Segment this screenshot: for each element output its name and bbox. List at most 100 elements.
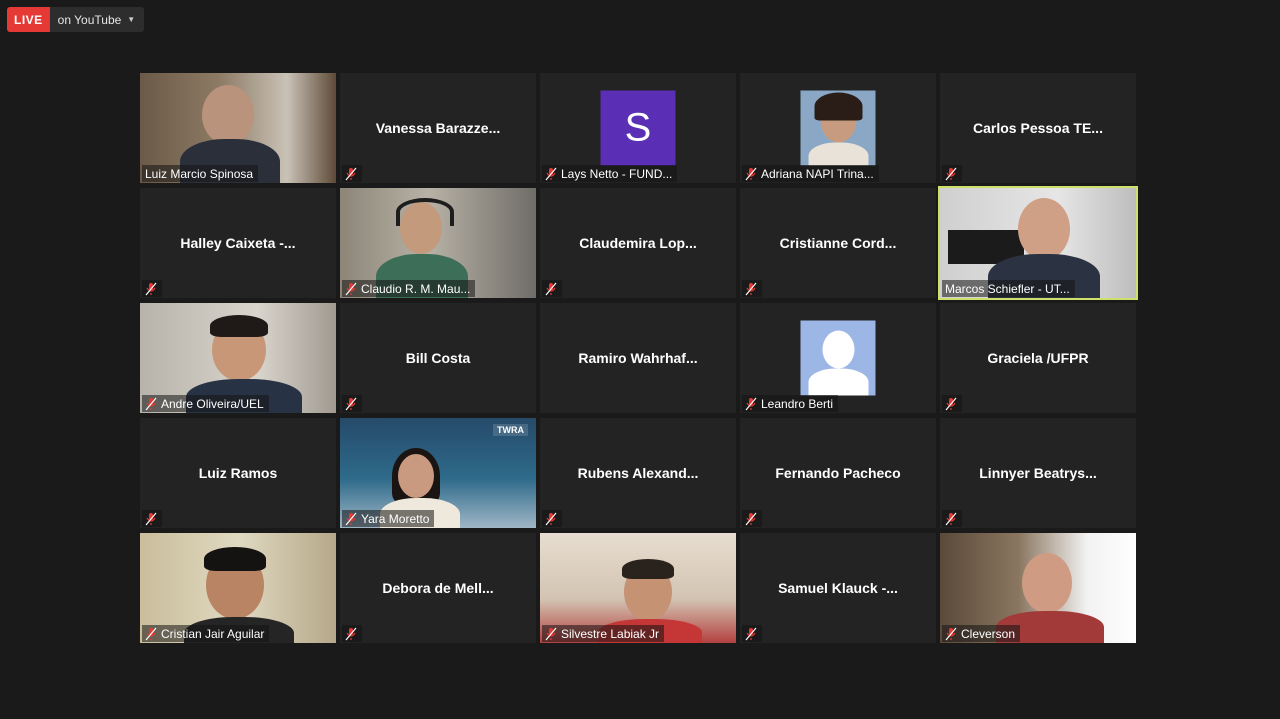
avatar: S: [600, 90, 676, 166]
participant-name-center: Carlos Pessoa TE...: [973, 120, 1103, 136]
name-label: [742, 510, 762, 527]
participant-name-center: Bill Costa: [405, 350, 471, 366]
mic-muted-icon: [145, 397, 157, 410]
participant-tile[interactable]: Linnyer Beatrys...: [940, 418, 1136, 528]
stream-target-label: on YouTube: [57, 12, 122, 27]
mic-muted-icon: [945, 512, 957, 525]
mic-muted-icon: [145, 512, 157, 525]
name-label: [542, 280, 562, 297]
participant-name: Yara Moretto: [361, 511, 430, 526]
participant-tile[interactable]: Fernando Pacheco: [740, 418, 936, 528]
participant-tile[interactable]: Halley Caixeta -...: [140, 188, 336, 298]
mic-muted-icon: [745, 512, 757, 525]
mic-muted-icon: [145, 627, 157, 640]
name-label: [342, 625, 362, 642]
name-label: Marcos Schiefler - UT...: [942, 280, 1075, 297]
name-label: Silvestre Labiak Jr: [542, 625, 665, 642]
participant-name-center: Luiz Ramos: [198, 465, 278, 481]
participant-tile[interactable]: Vanessa Barazze...: [340, 73, 536, 183]
participant-tile[interactable]: Ramiro Wahrhaf...: [540, 303, 736, 413]
participant-tile[interactable]: Cleverson: [940, 533, 1136, 643]
name-label: Yara Moretto: [342, 510, 435, 527]
name-label: [342, 165, 362, 182]
name-label: [942, 165, 962, 182]
name-label: [542, 510, 562, 527]
participant-tile[interactable]: Bill Costa: [340, 303, 536, 413]
participant-name-center: Linnyer Beatrys...: [979, 465, 1097, 481]
mic-muted-icon: [545, 512, 557, 525]
mic-muted-icon: [745, 397, 757, 410]
participant-tile[interactable]: Cristianne Cord...: [740, 188, 936, 298]
live-label: LIVE: [7, 7, 50, 32]
participant-tile[interactable]: Luiz Marcio Spinosa: [140, 73, 336, 183]
participant-tile[interactable]: Claudio R. M. Mau...: [340, 188, 536, 298]
participant-tile[interactable]: Rubens Alexand...: [540, 418, 736, 528]
participant-name-center: Fernando Pacheco: [775, 465, 901, 481]
participant-tile[interactable]: Leandro Berti: [740, 303, 936, 413]
name-label: [142, 280, 162, 297]
virtual-background-logo: TWRA: [493, 424, 528, 436]
name-label: [342, 395, 362, 412]
name-label: Claudio R. M. Mau...: [342, 280, 476, 297]
participant-tile[interactable]: Luiz Ramos: [140, 418, 336, 528]
mic-muted-icon: [145, 282, 157, 295]
name-label: [742, 280, 762, 297]
participant-name-center: Vanessa Barazze...: [375, 120, 501, 136]
participant-tile[interactable]: Adriana NAPI Trina...: [740, 73, 936, 183]
name-label: Luiz Marcio Spinosa: [142, 165, 259, 182]
name-label: [942, 395, 962, 412]
participant-name-center: Halley Caixeta -...: [180, 235, 296, 251]
mic-muted-icon: [745, 282, 757, 295]
participant-name: Leandro Berti: [761, 396, 834, 411]
default-avatar-icon: [800, 320, 876, 396]
avatar: [800, 90, 876, 166]
gallery-grid: Luiz Marcio Spinosa Vanessa Barazze... S…: [140, 73, 1138, 643]
mic-muted-icon: [945, 627, 957, 640]
participant-name: Marcos Schiefler - UT...: [945, 281, 1070, 296]
participant-tile[interactable]: Silvestre Labiak Jr: [540, 533, 736, 643]
mic-muted-icon: [345, 627, 357, 640]
participant-name: Luiz Marcio Spinosa: [145, 166, 254, 181]
participant-tile[interactable]: Debora de Mell...: [340, 533, 536, 643]
participant-name: Silvestre Labiak Jr: [561, 626, 660, 641]
mic-muted-icon: [345, 167, 357, 180]
participant-tile-active-speaker[interactable]: Marcos Schiefler - UT...: [938, 186, 1138, 300]
participant-tile[interactable]: S Lays Netto - FUND...: [540, 73, 736, 183]
mic-muted-icon: [545, 282, 557, 295]
participant-tile[interactable]: TWRA Yara Moretto: [340, 418, 536, 528]
mic-muted-icon: [345, 512, 357, 525]
name-label: Andre Oliveira/UEL: [142, 395, 269, 412]
participant-name-center: Ramiro Wahrhaf...: [578, 350, 698, 366]
participant-name-center: Debora de Mell...: [382, 580, 494, 596]
participant-name-center: Claudemira Lop...: [579, 235, 697, 251]
participant-tile[interactable]: Carlos Pessoa TE...: [940, 73, 1136, 183]
mic-muted-icon: [545, 627, 557, 640]
participant-name-center: Rubens Alexand...: [577, 465, 699, 481]
mic-muted-icon: [545, 167, 557, 180]
participant-name-center: Graciela /UFPR: [987, 350, 1089, 366]
name-label: Cleverson: [942, 625, 1021, 642]
stream-target-dropdown[interactable]: on YouTube ▼: [49, 7, 145, 32]
name-label: Lays Netto - FUND...: [542, 165, 678, 182]
participant-name-center: Samuel Klauck -...: [778, 580, 898, 596]
name-label: [742, 625, 762, 642]
participant-tile[interactable]: Andre Oliveira/UEL: [140, 303, 336, 413]
mic-muted-icon: [945, 167, 957, 180]
participant-name: Claudio R. M. Mau...: [361, 281, 471, 296]
mic-muted-icon: [745, 167, 757, 180]
participant-name: Cristian Jair Aguilar: [161, 626, 265, 641]
mic-muted-icon: [345, 397, 357, 410]
name-label: Adriana NAPI Trina...: [742, 165, 879, 182]
participant-tile[interactable]: Cristian Jair Aguilar: [140, 533, 336, 643]
mic-muted-icon: [945, 397, 957, 410]
live-stream-badge[interactable]: LIVE on YouTube ▼: [7, 7, 145, 32]
participant-tile[interactable]: Claudemira Lop...: [540, 188, 736, 298]
name-label: [942, 510, 962, 527]
name-label: [142, 510, 162, 527]
participant-name: Andre Oliveira/UEL: [161, 396, 264, 411]
mic-muted-icon: [345, 282, 357, 295]
mic-muted-icon: [745, 627, 757, 640]
participant-name: Adriana NAPI Trina...: [761, 166, 874, 181]
participant-tile[interactable]: Graciela /UFPR: [940, 303, 1136, 413]
participant-tile[interactable]: Samuel Klauck -...: [740, 533, 936, 643]
